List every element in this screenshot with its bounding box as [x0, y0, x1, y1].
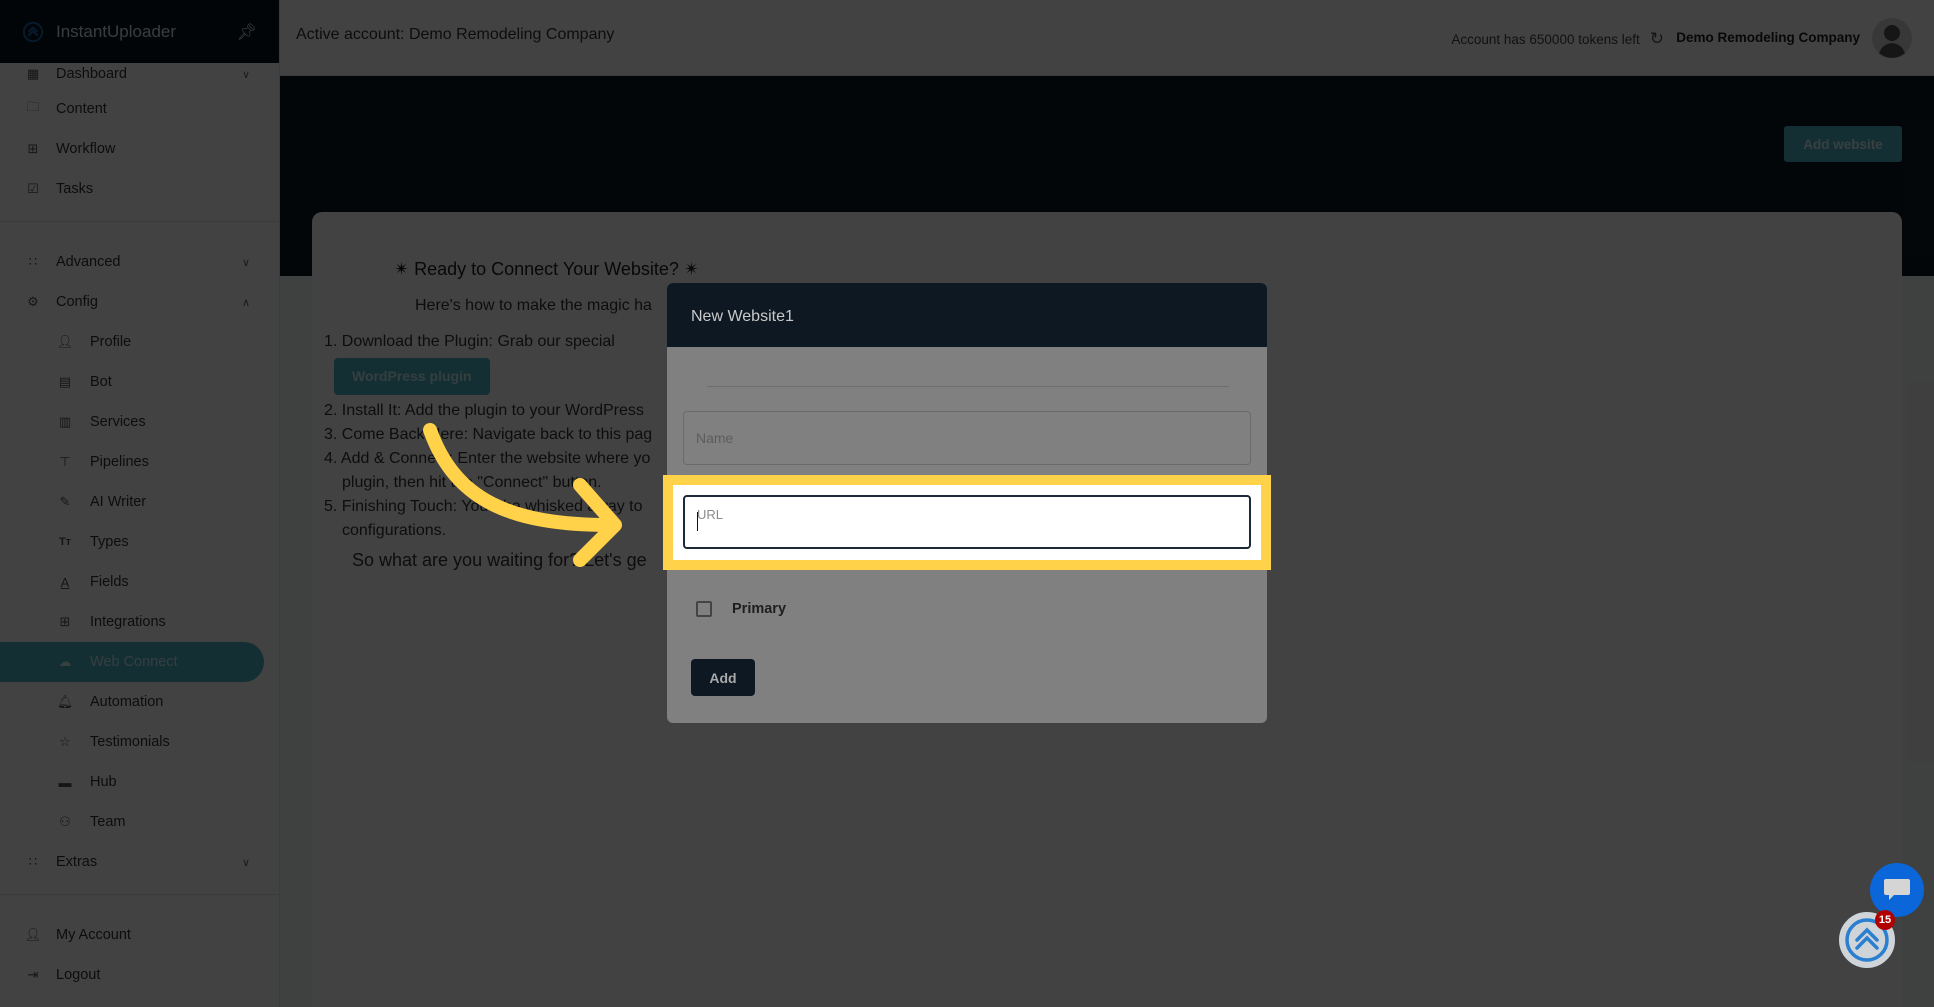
notification-badge: 15: [1875, 910, 1895, 930]
name-input[interactable]: [683, 411, 1251, 465]
text-caret: [697, 512, 698, 531]
url-input[interactable]: [683, 495, 1251, 549]
url-placeholder: URL: [697, 507, 724, 522]
pointer-arrow-icon: [423, 423, 622, 567]
chat-button[interactable]: [1870, 863, 1924, 917]
modal-title: New Website1: [667, 283, 1267, 347]
primary-label: Primary: [732, 601, 787, 617]
chat-icon: [1884, 879, 1910, 900]
add-button[interactable]: Add: [691, 659, 755, 696]
primary-checkbox-row[interactable]: Primary: [696, 601, 786, 617]
modal-divider: [707, 386, 1229, 387]
primary-checkbox[interactable]: [696, 601, 712, 617]
